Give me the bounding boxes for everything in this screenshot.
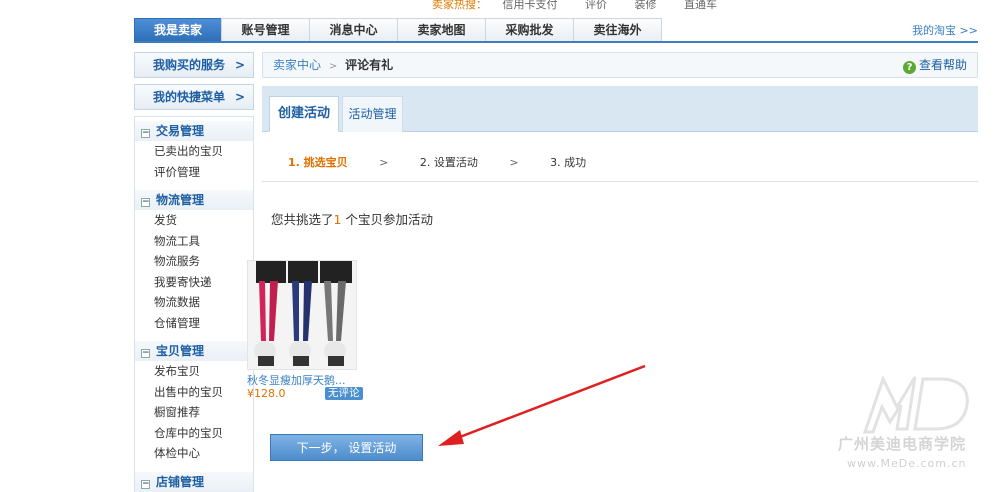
leggings-photo bbox=[248, 261, 356, 369]
sidebar-item-reviews[interactable]: 评价管理 bbox=[135, 162, 253, 183]
divider bbox=[262, 181, 978, 182]
sidebar-menu: − 交易管理 已卖出的宝贝 评价管理 − 物流管理 发货 物流工具 物流服务 我要寄… bbox=[134, 116, 254, 492]
sidebar-item-ship[interactable]: 发货 bbox=[135, 210, 253, 231]
sidebar-item-send-express[interactable]: 我要寄快递 bbox=[135, 272, 253, 293]
chevron-right-icon: > bbox=[234, 90, 245, 104]
menu-group-logistics: − 物流管理 发货 物流工具 物流服务 我要寄快递 物流数据 仓储管理 bbox=[135, 190, 253, 333]
product-price: ¥128.0 bbox=[247, 387, 286, 400]
menu-group-items: − 宝贝管理 发布宝贝 出售中的宝贝 橱窗推荐 仓库中的宝贝 体检中心 bbox=[135, 341, 253, 464]
activity-tabbar: 创建活动 活动管理 bbox=[262, 86, 978, 132]
menu-group-title[interactable]: − 宝贝管理 bbox=[135, 341, 253, 361]
menu-group-title[interactable]: − 物流管理 bbox=[135, 190, 253, 210]
summary-suffix: 个宝贝参加活动 bbox=[341, 212, 433, 227]
sidebar-item-logistics-service[interactable]: 物流服务 bbox=[135, 251, 253, 272]
red-arrow-annotation bbox=[438, 364, 646, 446]
breadcrumb: 卖家中心 > 评论有礼 ? 查看帮助 bbox=[262, 52, 978, 78]
tab-manage-activity[interactable]: 活动管理 bbox=[342, 96, 403, 132]
step-indicator: 1. 挑选宝贝 > 2. 设置活动 > 3. 成功 bbox=[288, 154, 614, 170]
sidebar-item-publish[interactable]: 发布宝贝 bbox=[135, 361, 253, 382]
step-set-activity: 2. 设置活动 bbox=[419, 156, 478, 169]
collapse-icon[interactable]: − bbox=[141, 129, 150, 138]
sidebar-item-on-sale[interactable]: 出售中的宝贝 bbox=[135, 382, 253, 403]
hot-search-label: 卖家热搜： bbox=[432, 0, 487, 11]
step-select-items: 1. 挑选宝贝 bbox=[288, 156, 348, 169]
no-review-badge: 无评论 bbox=[325, 387, 363, 400]
purchased-services-label: 我购买的服务 bbox=[153, 58, 226, 72]
hot-link[interactable]: 信用卡支付 bbox=[503, 0, 558, 11]
purchased-services-button[interactable]: 我购买的服务 > bbox=[134, 52, 254, 78]
shortcut-menu-button[interactable]: 我的快捷菜单 > bbox=[134, 84, 254, 110]
hot-link[interactable]: 装修 bbox=[635, 0, 657, 11]
step-arrow: > bbox=[379, 156, 389, 169]
tab-create-activity[interactable]: 创建活动 bbox=[269, 96, 339, 132]
help-label: 查看帮助 bbox=[918, 58, 967, 72]
product-image[interactable] bbox=[247, 260, 357, 370]
next-step-button[interactable]: 下一步， 设置活动 bbox=[270, 434, 423, 461]
sidebar-item-warehouse[interactable]: 仓储管理 bbox=[135, 313, 253, 334]
menu-group-title-text: 宝贝管理 bbox=[156, 344, 205, 358]
watermark-name: 广州美迪电商学院 bbox=[838, 435, 967, 453]
breadcrumb-current: 评论有礼 bbox=[345, 58, 394, 72]
menu-group-trade: − 交易管理 已卖出的宝贝 评价管理 bbox=[135, 121, 253, 182]
help-link[interactable]: ? 查看帮助 bbox=[902, 53, 967, 77]
step-success: 3. 成功 bbox=[550, 156, 587, 169]
breadcrumb-seller-center[interactable]: 卖家中心 bbox=[273, 58, 321, 72]
breadcrumb-separator: > bbox=[328, 61, 338, 72]
shortcut-menu-label: 我的快捷菜单 bbox=[153, 90, 226, 104]
menu-group-title-text: 店铺管理 bbox=[156, 474, 205, 489]
product-title-link[interactable]: 秋冬显瘦加厚天鹅... bbox=[247, 372, 347, 388]
nav-tab-account[interactable]: 账号管理 bbox=[221, 18, 310, 41]
step-arrow: > bbox=[509, 156, 519, 169]
my-taobao-link[interactable]: 我的淘宝 >> bbox=[912, 22, 978, 38]
sidebar-item-showcase[interactable]: 橱窗推荐 bbox=[135, 402, 253, 423]
hot-link[interactable]: 直通车 bbox=[684, 0, 717, 11]
chevron-right-icon: > bbox=[234, 58, 245, 72]
sidebar-item-logistics-data[interactable]: 物流数据 bbox=[135, 292, 253, 313]
hot-link[interactable]: 评价 bbox=[585, 0, 607, 11]
nav-tab-messages[interactable]: 消息中心 bbox=[309, 18, 398, 41]
watermark-url: www.MeDe.com.cn bbox=[847, 457, 967, 470]
selection-summary: 您共挑选了1 个宝贝参加活动 bbox=[271, 209, 433, 228]
collapse-icon[interactable]: − bbox=[141, 349, 150, 358]
menu-group-shop: − 店铺管理 bbox=[135, 471, 253, 492]
menu-group-title-text: 物流管理 bbox=[156, 193, 205, 207]
main-nav: 我是卖家 账号管理 消息中心 卖家地图 采购批发 卖往海外 我的淘宝 >> bbox=[134, 18, 978, 43]
nav-tab-seller[interactable]: 我是卖家 bbox=[134, 18, 222, 41]
hot-search-bar: 卖家热搜： 信用卡支付 评价 装修 直通车 bbox=[432, 0, 741, 11]
collapse-icon[interactable]: − bbox=[141, 198, 150, 207]
nav-tab-wholesale[interactable]: 采购批发 bbox=[485, 18, 574, 41]
menu-group-title[interactable]: − 交易管理 bbox=[135, 121, 253, 141]
collapse-icon[interactable]: − bbox=[141, 479, 150, 489]
help-icon: ? bbox=[902, 61, 916, 74]
summary-prefix: 您共挑选了 bbox=[271, 212, 334, 227]
menu-group-title[interactable]: − 店铺管理 bbox=[135, 471, 253, 492]
menu-group-title-text: 交易管理 bbox=[156, 124, 205, 138]
sidebar-item-in-stock[interactable]: 仓库中的宝贝 bbox=[135, 423, 253, 444]
sidebar-item-sold[interactable]: 已卖出的宝贝 bbox=[135, 141, 253, 162]
nav-tab-overseas[interactable]: 卖往海外 bbox=[573, 18, 662, 41]
nav-tab-seller-map[interactable]: 卖家地图 bbox=[397, 18, 486, 41]
sidebar-item-checkup[interactable]: 体检中心 bbox=[135, 443, 253, 464]
watermark-logo bbox=[862, 375, 969, 434]
sidebar-item-logistics-tools[interactable]: 物流工具 bbox=[135, 231, 253, 252]
